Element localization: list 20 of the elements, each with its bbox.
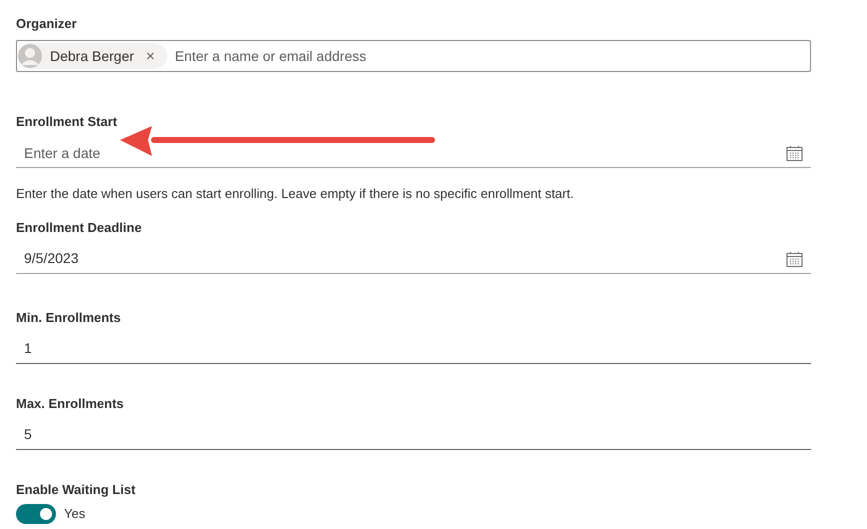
help-text: Enter the date when users can start enrolling. Leave empty if there is no specific enrollment start. xyxy=(16,185,575,203)
toggle-state: Yes xyxy=(64,504,86,523)
field-label: Enable Waiting List xyxy=(16,480,136,499)
field-label: Max. Enrollments xyxy=(16,394,125,412)
number-field[interactable]: 1 xyxy=(16,334,811,364)
calendar-icon[interactable] xyxy=(786,145,803,161)
field-label: Enrollment Deadline xyxy=(16,218,143,236)
field-label: Min. Enrollments xyxy=(16,308,122,326)
people-picker[interactable]: Debra Berger × Enter a name or email address xyxy=(16,40,811,72)
remove-button[interactable]: × xyxy=(142,48,159,64)
person-name: Debra Berger xyxy=(50,46,134,66)
people-input[interactable]: Enter a name or email address xyxy=(174,46,809,66)
person-chip[interactable]: Debra Berger × xyxy=(18,43,167,69)
avatar-icon xyxy=(18,44,42,68)
date-field[interactable]: 9/5/2023 xyxy=(16,244,811,274)
field-label: Enrollment Start xyxy=(16,113,118,131)
toggle-switch[interactable] xyxy=(16,504,56,524)
number-field[interactable]: 5 xyxy=(16,420,811,450)
calendar-icon[interactable] xyxy=(786,250,803,266)
field-label: Organizer xyxy=(16,15,78,33)
